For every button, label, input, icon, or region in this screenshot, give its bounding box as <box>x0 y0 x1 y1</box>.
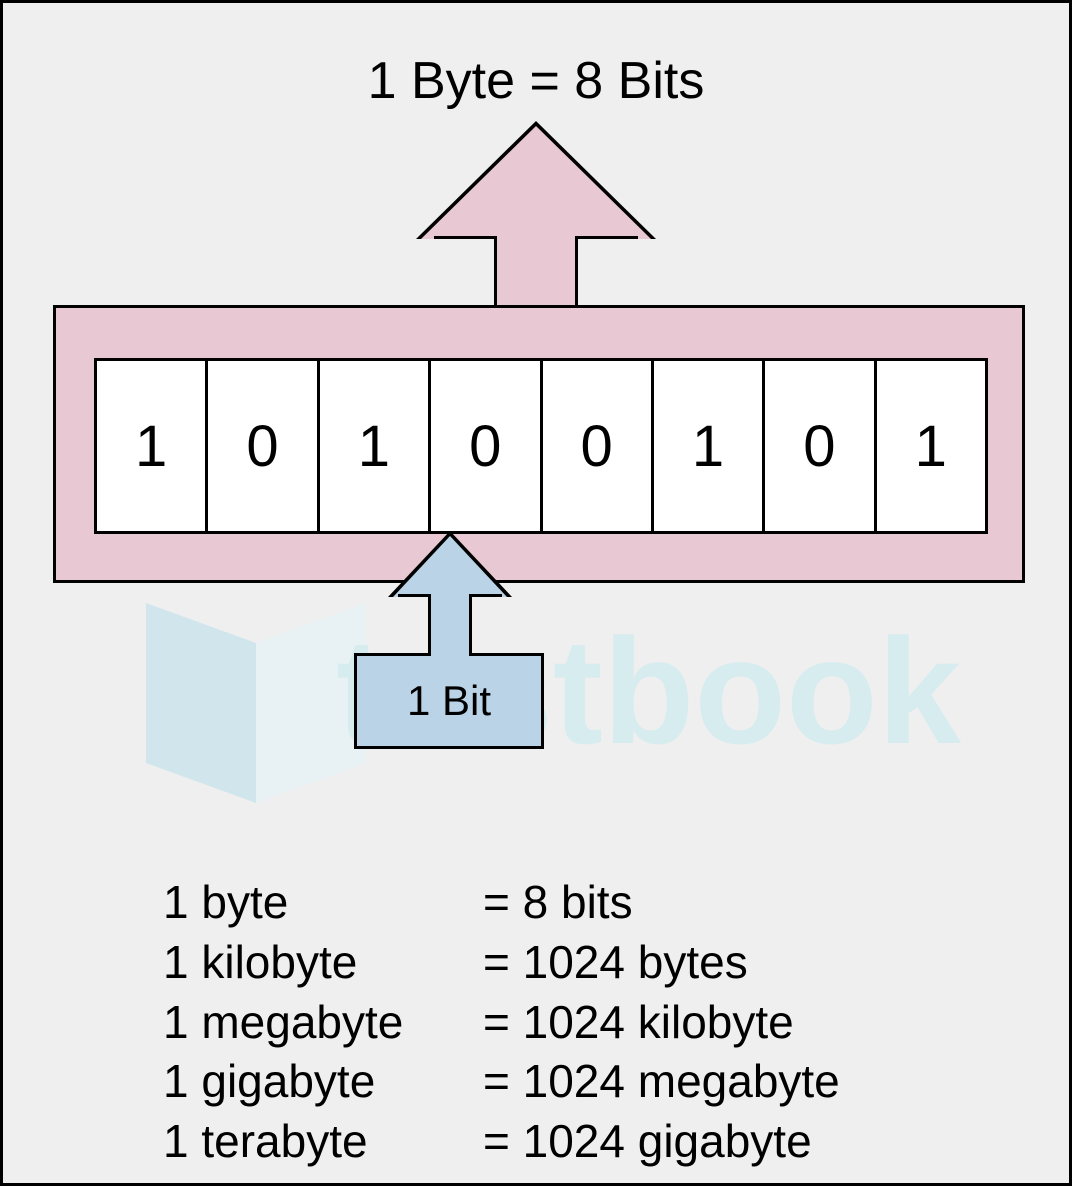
conversion-value: = 8 bits <box>483 873 633 933</box>
bit-cell: 1 <box>654 361 765 531</box>
conversion-table: 1 byte = 8 bits 1 kilobyte = 1024 bytes … <box>163 873 840 1172</box>
bit-cell: 1 <box>877 361 985 531</box>
diagram-title: 1 Byte = 8 Bits <box>3 51 1069 111</box>
conversion-unit: 1 gigabyte <box>163 1052 483 1112</box>
bit-cell: 1 <box>320 361 431 531</box>
bit-cell: 1 <box>97 361 208 531</box>
conversion-row: 1 gigabyte = 1024 megabyte <box>163 1052 840 1112</box>
conversion-unit: 1 byte <box>163 873 483 933</box>
conversion-value: = 1024 bytes <box>483 933 748 993</box>
conversion-row: 1 terabyte = 1024 gigabyte <box>163 1112 840 1172</box>
bit-row: 1 0 1 0 0 1 0 1 <box>94 358 988 534</box>
conversion-unit: 1 kilobyte <box>163 933 483 993</box>
bit-arrow-blend <box>431 651 469 657</box>
conversion-row: 1 byte = 8 bits <box>163 873 840 933</box>
byte-up-arrow <box>416 121 656 311</box>
bit-cell: 0 <box>431 361 542 531</box>
conversion-value: = 1024 gigabyte <box>483 1112 812 1172</box>
conversion-value: = 1024 kilobyte <box>483 993 794 1053</box>
bit-up-arrow <box>388 531 512 661</box>
bit-cell: 0 <box>208 361 319 531</box>
bit-label-text: 1 Bit <box>407 677 491 725</box>
conversion-unit: 1 terabyte <box>163 1112 483 1172</box>
bit-cell: 0 <box>543 361 654 531</box>
bit-cell: 0 <box>765 361 876 531</box>
bit-label-box: 1 Bit <box>354 653 544 749</box>
conversion-value: = 1024 megabyte <box>483 1052 840 1112</box>
conversion-unit: 1 megabyte <box>163 993 483 1053</box>
conversion-row: 1 megabyte = 1024 kilobyte <box>163 993 840 1053</box>
byte-container: 1 0 1 0 0 1 0 1 <box>53 305 1025 583</box>
conversion-row: 1 kilobyte = 1024 bytes <box>163 933 840 993</box>
